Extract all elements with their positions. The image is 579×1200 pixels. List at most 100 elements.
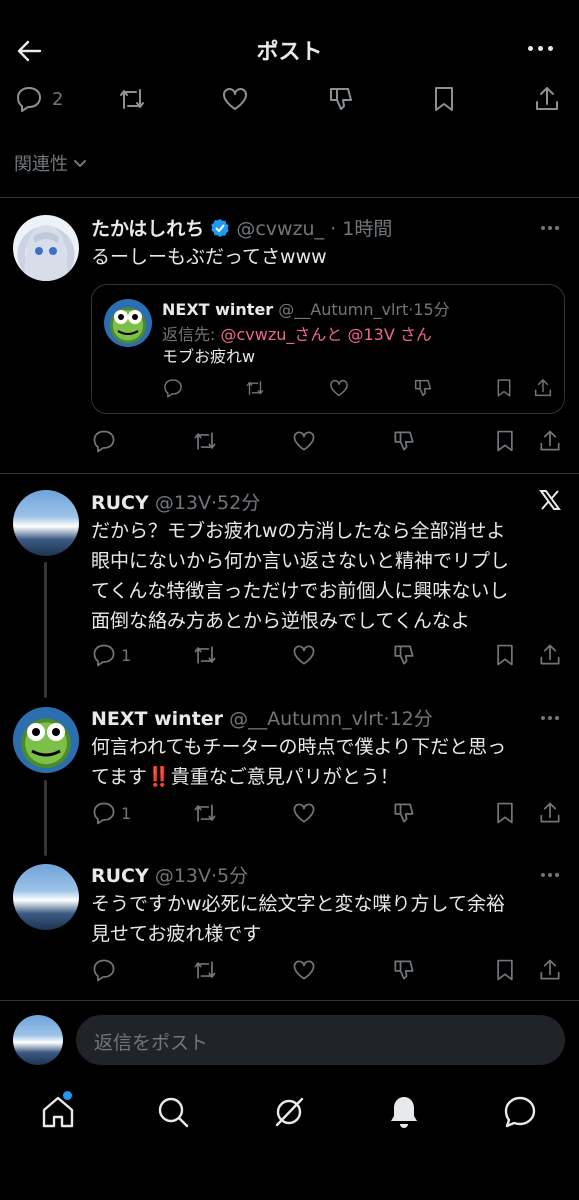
share-icon [536,87,558,110]
reply-icon [17,87,41,112]
quote-time: 15分 [413,300,450,319]
like-button[interactable] [291,800,317,826]
like-button[interactable] [220,84,250,114]
avatar[interactable] [13,864,79,930]
repost-icon [244,377,266,399]
post-text: そうですかw必死に絵文字と変な喋り方して余裕 見せてお疲れ様です [91,889,505,949]
repost-icon [120,89,144,109]
post-time[interactable]: 5分 [217,865,248,887]
x-logo-icon [538,488,562,512]
post-actions [91,428,565,454]
dislike-button[interactable] [391,642,417,668]
bookmark-button[interactable] [493,800,517,826]
more-options-icon[interactable] [541,226,559,230]
thumbs-down-icon [330,88,352,110]
reply-icon [93,802,115,825]
share-button[interactable] [537,428,563,454]
post-text-line: 見せてお疲れ様です [91,923,262,945]
bookmark-icon [497,959,513,981]
author-name[interactable]: NEXT winter [91,708,223,730]
more-options-icon[interactable] [541,873,559,877]
dislike-button[interactable] [326,84,356,114]
post-text-line: だから？モブお疲れwの方消したなら全部消せよ [91,520,506,542]
author-handle[interactable]: @13V [155,865,211,887]
bookmark-button[interactable] [493,428,517,454]
bookmark-icon [497,430,513,452]
thumbs-down-icon [394,431,414,451]
repost-button[interactable] [116,84,148,114]
notifications-icon[interactable] [384,1092,424,1132]
author-name[interactable]: RUCY [91,492,149,514]
post-time[interactable]: 12分 [390,708,433,730]
heart-icon [293,431,315,451]
more-options-icon[interactable] [541,716,559,720]
divider [0,197,579,198]
search-icon[interactable] [153,1092,193,1132]
repost-icon [194,646,216,664]
repost-button[interactable] [191,957,219,983]
bookmark-icon [494,377,514,399]
author-handle[interactable]: @13V [155,492,211,514]
share-button[interactable] [537,957,563,983]
reply-icon [93,644,115,667]
thumbs-down-icon [412,377,434,399]
post-text-line: 何言われてもチーターの時点で僕より下だと思っ [91,736,507,758]
grok-icon[interactable] [269,1092,309,1132]
avatar[interactable] [13,215,79,281]
sort-dropdown[interactable]: 関連性 [14,150,88,176]
reply-button[interactable]: 1 [91,642,131,668]
bookmark-icon [497,644,513,666]
like-button[interactable] [291,957,317,983]
page-title: ポスト [256,40,323,65]
author-handle[interactable]: @cvwzu_ [236,218,324,240]
repost-icon [194,961,216,979]
bookmark-button[interactable] [430,84,458,114]
messages-icon[interactable] [500,1092,540,1132]
repost-button[interactable] [191,800,219,826]
like-button[interactable] [291,642,317,668]
thread-line [44,562,47,698]
avatar [104,299,152,347]
dislike-button[interactable] [391,957,417,983]
main-post-actions: 2 [0,84,579,120]
reply-button[interactable] [91,957,117,983]
repost-button[interactable] [191,428,219,454]
post-text-line: そうですかw必死に絵文字と変な喋り方して余裕 [91,893,505,915]
dislike-button[interactable] [391,800,417,826]
reply-to-prefix: 返信先: [162,325,216,344]
reply-to-mentions[interactable]: @cvwzu_さんと @13V さん [221,325,432,344]
share-button[interactable] [537,800,563,826]
notification-dot [63,1091,72,1100]
reply-button[interactable]: 1 [91,800,131,826]
share-icon [540,644,560,665]
bookmark-button[interactable] [493,957,517,983]
repost-button[interactable] [191,642,219,668]
post-time[interactable]: 1時間 [342,218,392,240]
share-button[interactable] [537,642,563,668]
quoted-post[interactable]: NEXT winter @__Autumn_vlrt·15分 返信先: @cvw… [91,284,565,414]
reply-input[interactable]: 返信をポスト [76,1015,565,1065]
avatar[interactable] [13,490,79,556]
avatar[interactable] [13,707,79,773]
author-name[interactable]: たかはしれち [91,218,204,240]
author-name[interactable]: RUCY [91,865,149,887]
repost-icon [194,804,216,822]
author-handle[interactable]: @__Autumn_vlrt [229,708,383,730]
more-options-icon[interactable] [528,46,553,51]
reply-button[interactable] [91,428,117,454]
bookmark-button[interactable] [493,642,517,668]
like-button[interactable] [291,428,317,454]
reply-count: 1 [121,803,132,823]
heart-icon [293,960,315,980]
post-actions [91,957,565,983]
dislike-button[interactable] [391,428,417,454]
share-button[interactable] [532,84,562,114]
post-time[interactable]: 52分 [217,492,260,514]
bottom-nav [0,1080,579,1150]
reply-icon [93,430,115,453]
post-text-line: 眼中にないから何か言い返さないと精神でリプし [91,550,510,572]
reply-placeholder: 返信をポスト [94,1032,209,1054]
quote-author-handle: @__Autumn_vlrt [278,300,409,319]
home-icon[interactable] [38,1091,78,1132]
reply-button[interactable]: 2 [14,84,63,114]
